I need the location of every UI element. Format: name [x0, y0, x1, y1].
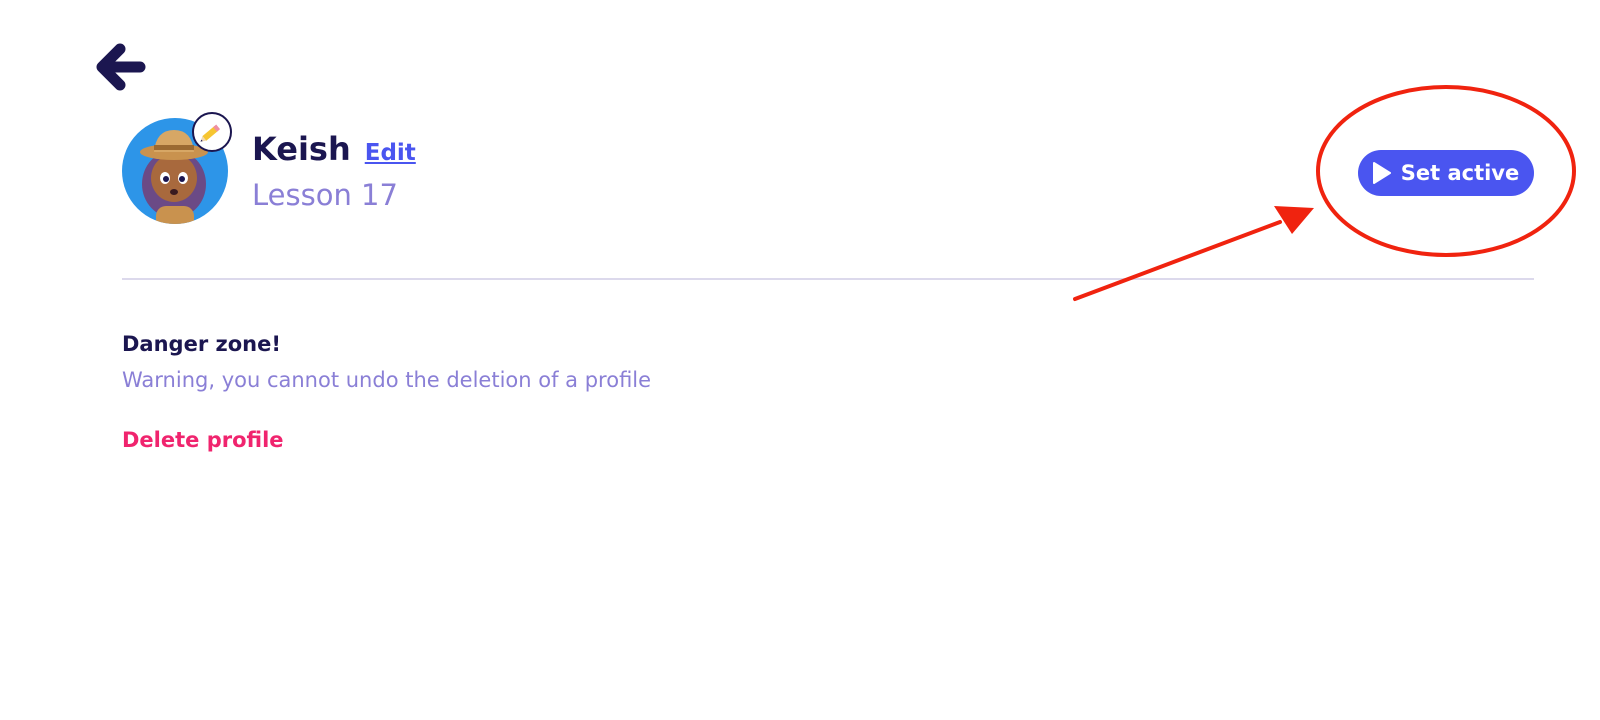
annotation-overlay	[1073, 85, 1576, 301]
arrow-left-icon	[96, 43, 146, 91]
avatar-button[interactable]	[122, 112, 232, 224]
divider	[122, 278, 1534, 280]
set-active-label: Set active	[1400, 161, 1520, 185]
back-button[interactable]	[90, 38, 152, 100]
profile-name-row: Keish Edit	[252, 130, 416, 168]
danger-zone-warning: Warning, you cannot undo the deletion of…	[122, 368, 652, 392]
edit-name-link[interactable]: Edit	[365, 140, 416, 166]
set-active-button[interactable]: Set active	[1358, 150, 1534, 196]
play-icon	[1372, 162, 1391, 184]
pencil-icon	[200, 124, 221, 142]
profile-header: Keish Edit Lesson 17	[122, 112, 1542, 228]
delete-profile-link[interactable]: Delete profile	[122, 428, 284, 452]
danger-zone-title: Danger zone!	[122, 332, 281, 356]
profile-name: Keish	[252, 130, 351, 168]
profile-settings-page: Keish Edit Lesson 17 Set active Danger z…	[0, 0, 1600, 720]
lesson-label: Lesson 17	[252, 178, 398, 212]
avatar-edit-badge[interactable]	[192, 112, 232, 152]
